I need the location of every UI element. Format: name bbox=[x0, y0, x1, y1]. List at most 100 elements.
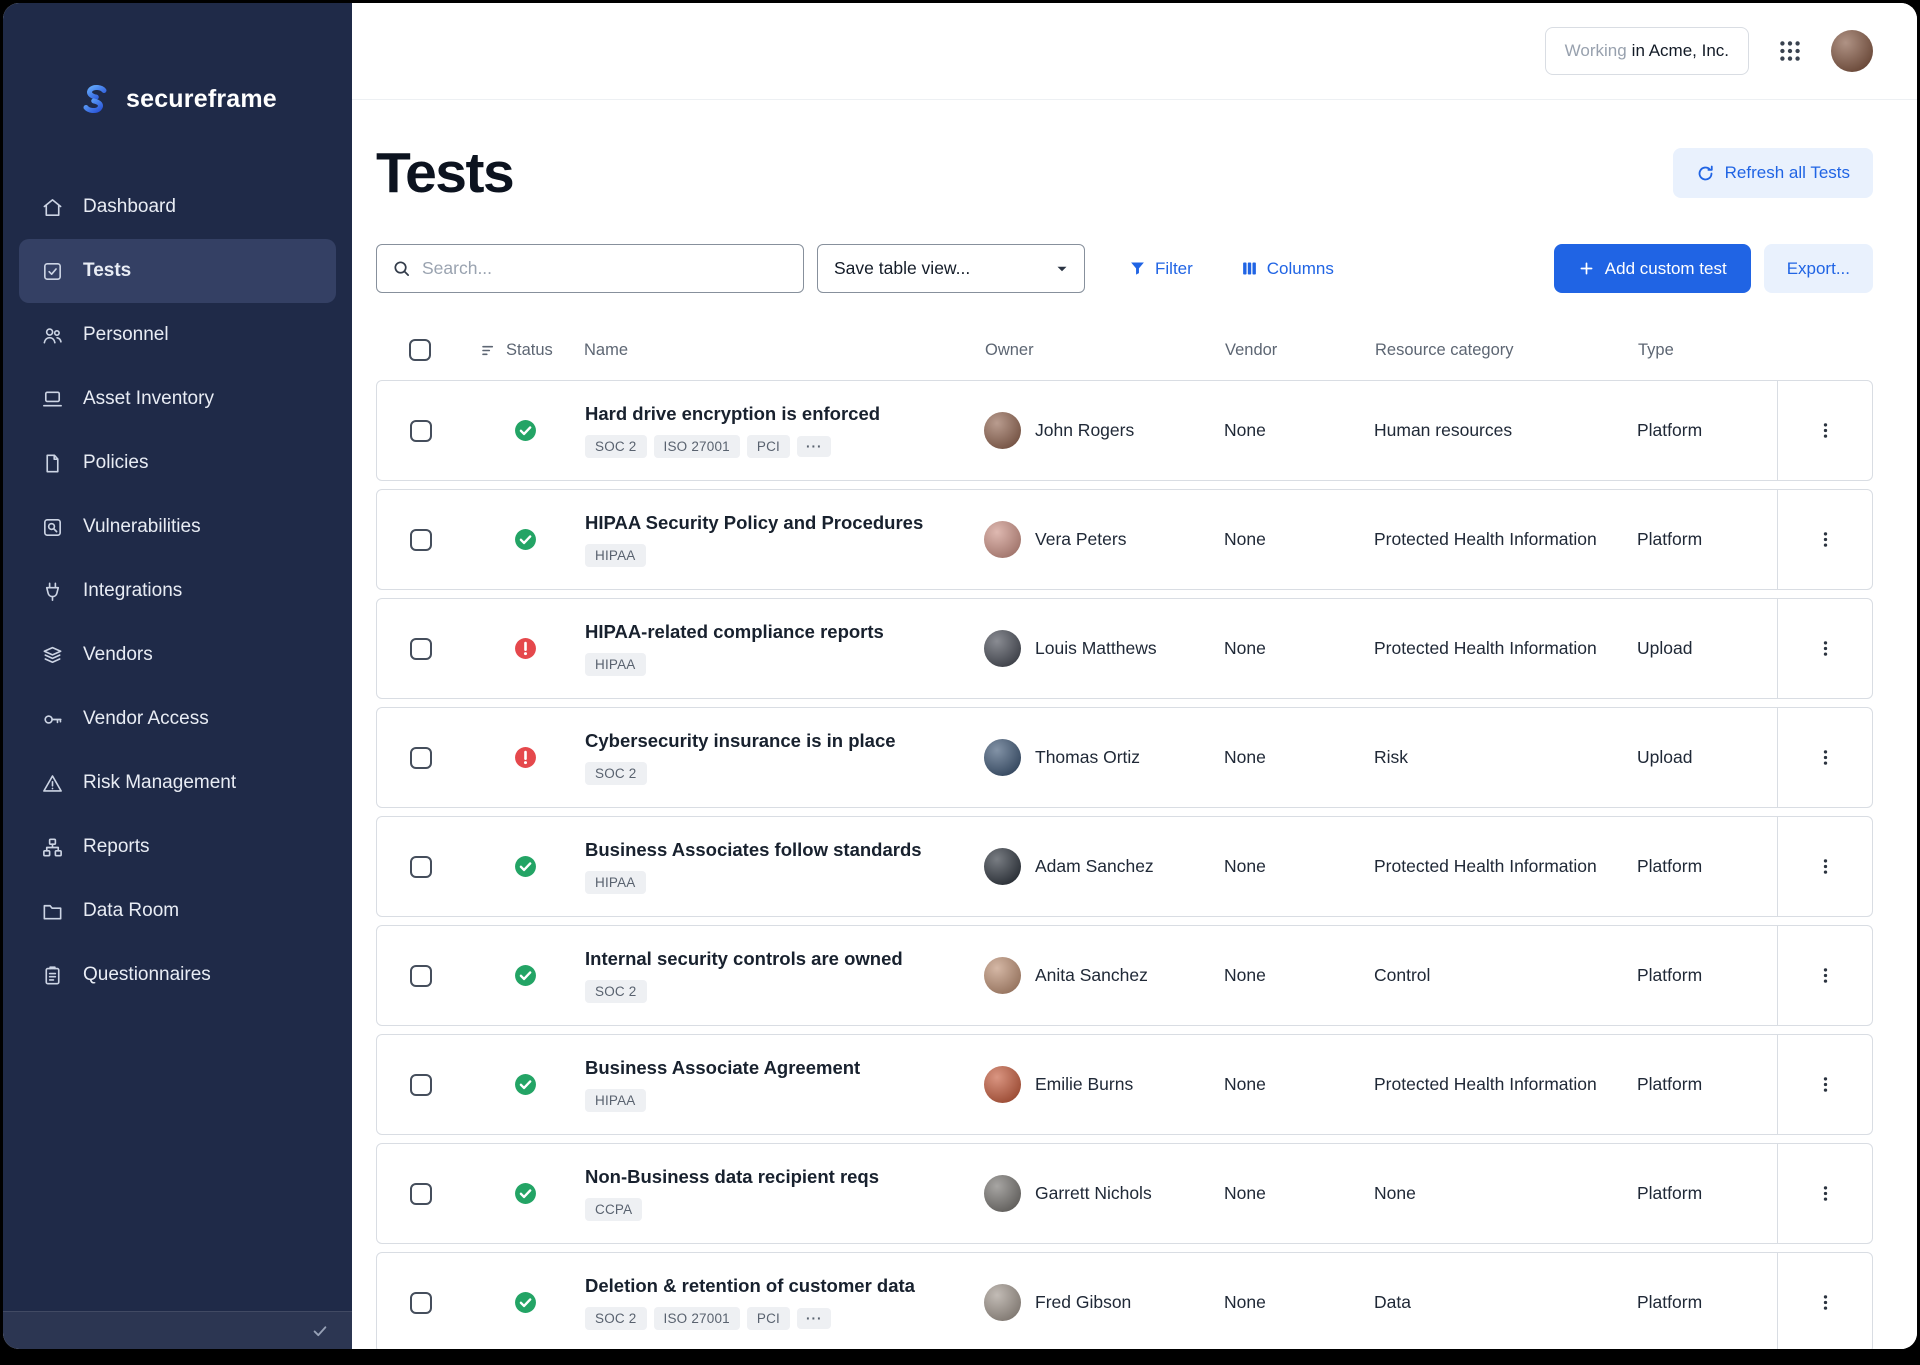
row-menu-button[interactable] bbox=[1777, 490, 1872, 589]
export-button[interactable]: Export... bbox=[1764, 244, 1873, 293]
type-value: Platform bbox=[1637, 855, 1777, 879]
page-title: Tests bbox=[376, 140, 513, 206]
user-avatar[interactable] bbox=[1831, 30, 1873, 72]
framework-badge: HIPAA bbox=[585, 871, 646, 894]
framework-badge: PCI bbox=[747, 1307, 790, 1330]
vendor-access-icon bbox=[41, 708, 64, 731]
row-menu-button[interactable] bbox=[1777, 708, 1872, 807]
sidebar-item-dashboard[interactable]: Dashboard bbox=[19, 175, 336, 239]
filter-button[interactable]: Filter bbox=[1129, 259, 1193, 279]
row-checkbox[interactable] bbox=[410, 856, 432, 878]
table-row[interactable]: Non-Business data recipient reqs CCPA Ga… bbox=[376, 1143, 1873, 1244]
row-menu-button[interactable] bbox=[1777, 926, 1872, 1025]
row-checkbox[interactable] bbox=[410, 420, 432, 442]
sidebar-item-vulnerabilities[interactable]: Vulnerabilities bbox=[19, 495, 336, 559]
owner-name: Garrett Nichols bbox=[1035, 1183, 1152, 1204]
row-menu-button[interactable] bbox=[1777, 381, 1872, 480]
sidebar-item-personnel[interactable]: Personnel bbox=[19, 303, 336, 367]
kebab-icon bbox=[1815, 1183, 1836, 1204]
resource-category-value: Protected Health Information bbox=[1374, 637, 1637, 661]
sidebar-item-tests[interactable]: Tests bbox=[19, 239, 336, 303]
apps-grid-icon[interactable] bbox=[1777, 38, 1803, 64]
resource-category-value: Protected Health Information bbox=[1374, 1073, 1637, 1097]
sidebar-item-reports[interactable]: Reports bbox=[19, 815, 336, 879]
kebab-icon bbox=[1815, 856, 1836, 877]
table-row[interactable]: Internal security controls are owned SOC… bbox=[376, 925, 1873, 1026]
columns-button[interactable]: Columns bbox=[1241, 259, 1334, 279]
column-header-status[interactable]: Status bbox=[506, 341, 553, 360]
search-box[interactable] bbox=[376, 244, 804, 293]
owner-avatar bbox=[984, 412, 1021, 449]
home-icon bbox=[41, 196, 64, 219]
sidebar-item-risk-management[interactable]: Risk Management bbox=[19, 751, 336, 815]
owner-avatar bbox=[984, 521, 1021, 558]
row-menu-button[interactable] bbox=[1777, 1253, 1872, 1349]
status-fail-icon bbox=[514, 637, 537, 660]
sort-icon[interactable] bbox=[480, 342, 497, 359]
sidebar-item-integrations[interactable]: Integrations bbox=[19, 559, 336, 623]
sidebar-item-vendors[interactable]: Vendors bbox=[19, 623, 336, 687]
kebab-icon bbox=[1815, 638, 1836, 659]
column-header-name[interactable]: Name bbox=[584, 341, 985, 360]
sidebar-collapse-icon[interactable] bbox=[310, 1321, 330, 1341]
table-row[interactable]: Hard drive encryption is enforced SOC 2I… bbox=[376, 380, 1873, 481]
refresh-all-tests-button[interactable]: Refresh all Tests bbox=[1673, 148, 1873, 198]
row-checkbox[interactable] bbox=[410, 1183, 432, 1205]
row-menu-button[interactable] bbox=[1777, 1035, 1872, 1134]
table-row[interactable]: HIPAA-related compliance reports HIPAA L… bbox=[376, 598, 1873, 699]
column-header-type[interactable]: Type bbox=[1638, 341, 1778, 360]
row-checkbox[interactable] bbox=[410, 965, 432, 987]
search-input[interactable] bbox=[422, 258, 788, 279]
framework-badge: ISO 27001 bbox=[654, 435, 740, 458]
type-value: Platform bbox=[1637, 964, 1777, 988]
sidebar-item-data-room[interactable]: Data Room bbox=[19, 879, 336, 943]
owner-name: Emilie Burns bbox=[1035, 1074, 1133, 1095]
more-badges-button[interactable]: ··· bbox=[797, 1308, 832, 1330]
table-header: Status Name Owner Vendor Resource catego… bbox=[376, 339, 1873, 380]
table-toolbar: Save table view... Filter Columns bbox=[376, 244, 1873, 293]
row-checkbox[interactable] bbox=[410, 747, 432, 769]
type-value: Platform bbox=[1637, 1291, 1777, 1315]
sidebar-item-vendor-access[interactable]: Vendor Access bbox=[19, 687, 336, 751]
sidebar: secureframe Dashboard Tests Personnel As… bbox=[3, 3, 352, 1349]
more-badges-button[interactable]: ··· bbox=[797, 436, 832, 458]
column-header-owner[interactable]: Owner bbox=[985, 341, 1225, 360]
test-name: Cybersecurity insurance is in place bbox=[585, 730, 968, 752]
sidebar-item-policies[interactable]: Policies bbox=[19, 431, 336, 495]
policies-icon bbox=[41, 452, 64, 475]
sidebar-item-questionnaires[interactable]: Questionnaires bbox=[19, 943, 336, 1007]
select-all-checkbox[interactable] bbox=[409, 339, 431, 361]
table-row[interactable]: Cybersecurity insurance is in place SOC … bbox=[376, 707, 1873, 808]
framework-badges: CCPA bbox=[585, 1198, 968, 1221]
save-table-view-select[interactable]: Save table view... bbox=[817, 244, 1085, 293]
table-row[interactable]: Business Associate Agreement HIPAA Emili… bbox=[376, 1034, 1873, 1135]
owner-avatar bbox=[984, 957, 1021, 994]
kebab-icon bbox=[1815, 529, 1836, 550]
add-custom-test-button[interactable]: Add custom test bbox=[1554, 244, 1751, 293]
integrations-icon bbox=[41, 580, 64, 603]
status-pass-icon bbox=[514, 528, 537, 551]
column-header-vendor[interactable]: Vendor bbox=[1225, 341, 1375, 360]
framework-badge: SOC 2 bbox=[585, 1307, 647, 1330]
row-checkbox[interactable] bbox=[410, 638, 432, 660]
owner-name: John Rogers bbox=[1035, 420, 1134, 441]
table-row[interactable]: Business Associates follow standards HIP… bbox=[376, 816, 1873, 917]
search-icon bbox=[392, 259, 411, 278]
org-switcher[interactable]: Working in Acme, Inc. bbox=[1545, 27, 1749, 75]
row-checkbox[interactable] bbox=[410, 1292, 432, 1314]
row-menu-button[interactable] bbox=[1777, 1144, 1872, 1243]
row-checkbox[interactable] bbox=[410, 529, 432, 551]
kebab-icon bbox=[1815, 965, 1836, 986]
sidebar-item-asset-inventory[interactable]: Asset Inventory bbox=[19, 367, 336, 431]
row-menu-button[interactable] bbox=[1777, 599, 1872, 698]
questionnaires-icon bbox=[41, 964, 64, 987]
column-header-resource-category[interactable]: Resource category bbox=[1375, 341, 1638, 360]
vulnerabilities-icon bbox=[41, 516, 64, 539]
row-menu-button[interactable] bbox=[1777, 817, 1872, 916]
kebab-icon bbox=[1815, 1074, 1836, 1095]
resource-category-value: None bbox=[1374, 1182, 1637, 1206]
row-checkbox[interactable] bbox=[410, 1074, 432, 1096]
tests-table-body: Hard drive encryption is enforced SOC 2I… bbox=[376, 380, 1873, 1349]
table-row[interactable]: Deletion & retention of customer data SO… bbox=[376, 1252, 1873, 1349]
table-row[interactable]: HIPAA Security Policy and Procedures HIP… bbox=[376, 489, 1873, 590]
